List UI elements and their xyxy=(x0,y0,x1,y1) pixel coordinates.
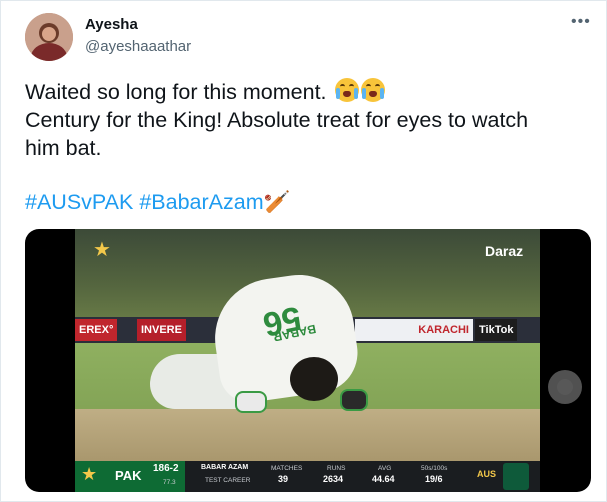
tweet-line-3: him bat. xyxy=(25,136,102,160)
matches-value: 39 xyxy=(278,474,289,484)
runs-label: RUNS xyxy=(327,465,346,472)
video-player[interactable]: EREX° INVERE KARACHI TikTok 56 BABAR ★ D… xyxy=(25,229,591,492)
matches-label: MATCHES xyxy=(271,465,303,472)
play-button-icon[interactable] xyxy=(548,370,582,404)
user-handle[interactable]: @ayeshaaathar xyxy=(85,38,191,55)
avg-value: 44.64 xyxy=(372,474,395,484)
tweet-line-1-text: Waited so long for this moment. xyxy=(25,80,327,104)
ad-board: KARACHI xyxy=(355,319,473,341)
star-icon: ★ xyxy=(93,239,111,261)
player-sub: TEST CAREER xyxy=(205,477,251,484)
score-team: PAK xyxy=(115,468,142,483)
avatar-image xyxy=(25,13,73,61)
user-name[interactable]: Ayesha xyxy=(85,16,138,33)
glove-icon xyxy=(235,391,267,413)
tweet-text: Waited so long for this moment. Century … xyxy=(25,78,595,162)
opponent-team: AUS xyxy=(477,469,497,479)
hashtag-link[interactable]: #AUSvPAK xyxy=(25,190,133,214)
score-runs: 186-2 xyxy=(153,463,179,474)
hashtag-row: #AUSvPAK #BabarAzam🏏 xyxy=(25,188,296,216)
tweet-line-2: Century for the King! Absolute treat for… xyxy=(25,108,529,132)
score-overs: 77.3 xyxy=(163,479,176,486)
crying-face-icon xyxy=(360,78,385,102)
more-horizontal-icon[interactable]: ••• xyxy=(571,13,593,33)
glove-icon xyxy=(340,389,368,411)
tweet-line-1: Waited so long for this moment. xyxy=(25,78,595,106)
shield-icon xyxy=(503,463,529,490)
tweet-card[interactable]: Ayesha @ayeshaaathar ••• Waited so long … xyxy=(0,0,607,502)
crying-face-icon xyxy=(334,78,359,102)
player-name: BABAR AZAM xyxy=(201,464,249,471)
ad-board: INVERE xyxy=(137,319,186,341)
ad-board: TikTok xyxy=(475,319,518,341)
video-frame[interactable]: EREX° INVERE KARACHI TikTok 56 BABAR ★ D… xyxy=(75,229,540,492)
runs-value: 2634 xyxy=(323,474,344,484)
star-icon: ★ xyxy=(81,464,98,484)
player-head xyxy=(290,357,338,401)
avg-label: AVG xyxy=(378,465,392,472)
fifties-value: 19/6 xyxy=(425,474,443,484)
fifties-label: 50s/100s xyxy=(421,465,448,472)
avatar[interactable] xyxy=(25,13,73,61)
cricket-pitch xyxy=(75,409,540,464)
ad-board: EREX° xyxy=(75,319,118,341)
hashtag-link[interactable]: #BabarAzam🏏 xyxy=(139,190,290,214)
broadcaster-logo: Daraz xyxy=(485,243,524,259)
